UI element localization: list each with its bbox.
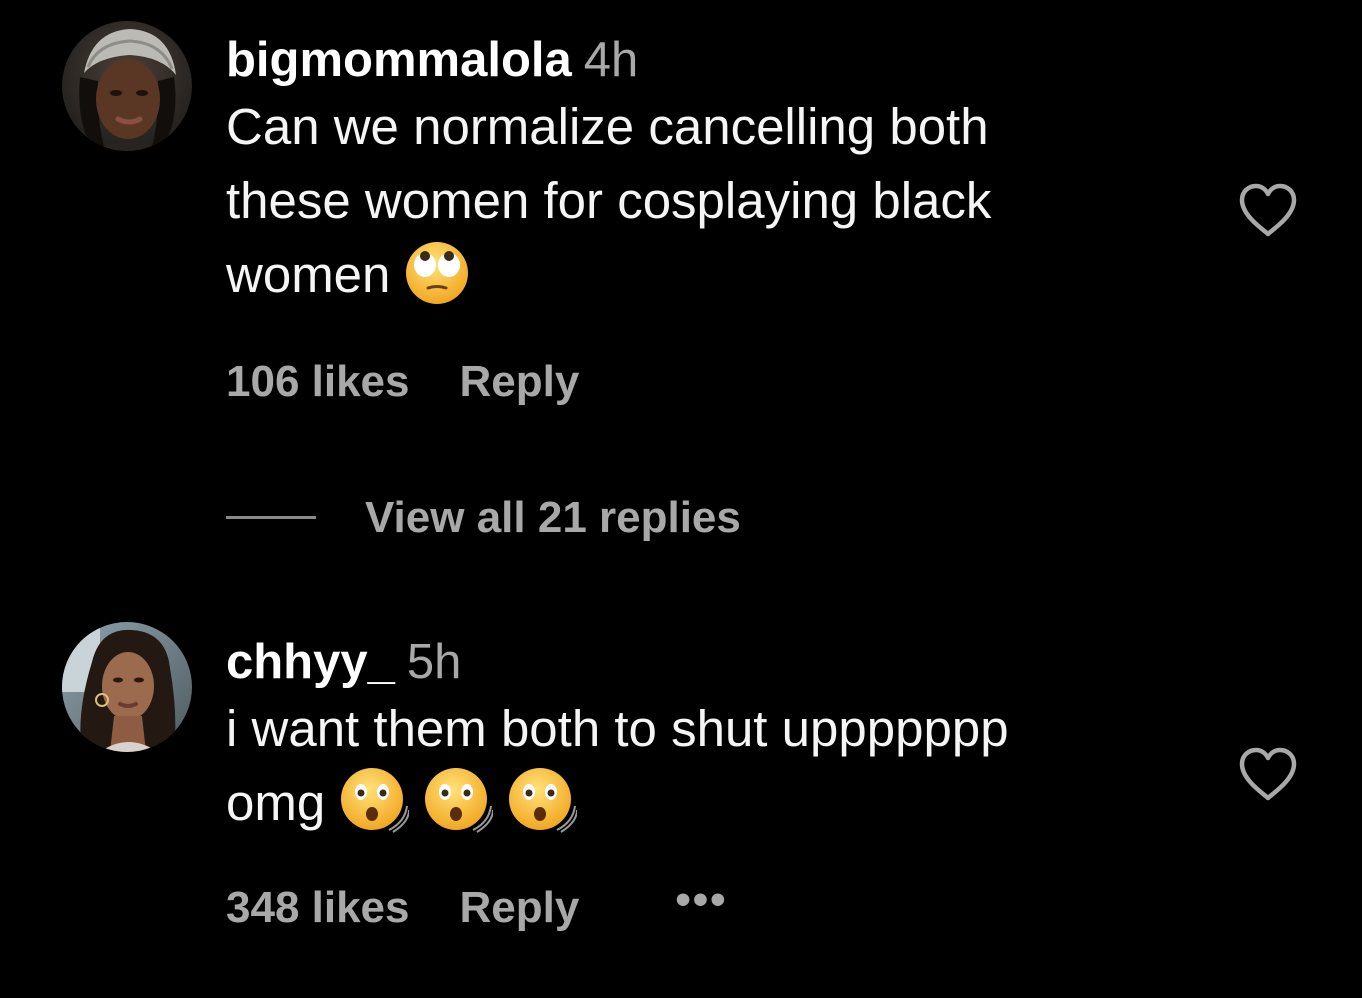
username[interactable]: bigmommalola	[226, 33, 572, 87]
comment-header: bigmommalola 4h	[226, 30, 1186, 90]
comment-text-line: i want them both to shut uppppppp	[226, 700, 1009, 757]
comment-text-line-last: women	[226, 238, 1186, 312]
comment-header: chhyy_ 5h	[226, 632, 1186, 692]
avatar[interactable]	[62, 622, 192, 752]
heart-outline-icon[interactable]	[1236, 182, 1300, 238]
timestamp: 5h	[406, 635, 462, 689]
username[interactable]: chhyy_	[226, 635, 395, 689]
face-with-spiral-eyes-emoji	[423, 766, 494, 836]
likes-count[interactable]: 106 likes	[226, 357, 410, 406]
likes-count[interactable]: 348 likes	[226, 883, 410, 932]
face-with-rolling-eyes-emoji	[404, 240, 470, 306]
timestamp: 4h	[583, 33, 639, 87]
reply-button[interactable]: Reply	[460, 883, 580, 932]
comment-actions: 348 likes Reply •••	[226, 875, 728, 936]
comment-text-line: Can we normalize cancelling both	[226, 98, 989, 155]
more-options-icon[interactable]: •••	[675, 875, 727, 924]
face-with-spiral-eyes-emoji	[339, 766, 410, 836]
comment-text: omg	[226, 774, 326, 831]
heart-outline-icon[interactable]	[1236, 746, 1300, 802]
comment-text-line: these women for cosplaying black	[226, 172, 992, 229]
view-replies-label[interactable]: View all 21 replies	[365, 490, 741, 546]
comment-body: bigmommalola 4h Can we normalize cancelli…	[226, 30, 1186, 312]
comment: bigmommalola 4h Can we normalize cancelli…	[0, 0, 1362, 542]
comment-text: women	[226, 246, 391, 303]
face-with-spiral-eyes-emoji	[507, 766, 578, 836]
comment-actions: 106 likes Reply	[226, 354, 579, 410]
reply-button[interactable]: Reply	[460, 357, 580, 406]
comment: chhyy_ 5h i want them both to shut uppppp…	[0, 600, 1362, 998]
comment-text-line-last: omg	[226, 766, 1186, 840]
divider-line	[226, 516, 316, 519]
avatar[interactable]	[62, 21, 192, 151]
comment-body: chhyy_ 5h i want them both to shut uppppp…	[226, 632, 1186, 840]
